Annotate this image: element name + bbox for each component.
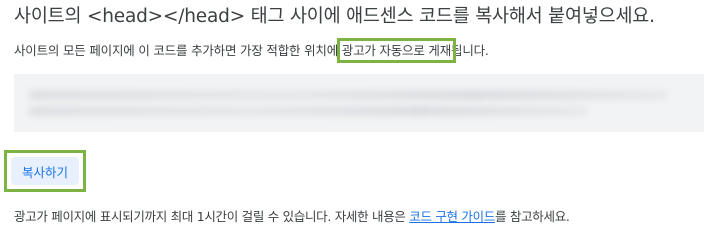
footnote-text: 광고가 페이지에 표시되기까지 최대 1시간이 걸릴 수 있습니다. 자세한 내… [14, 209, 410, 224]
subtext-tail: 됩니다. [451, 43, 489, 58]
subtext-lead: 사이트의 모든 페이지에 이 코드를 추가하면 가장 적합한 위치에 [14, 43, 342, 58]
copy-button-highlight: 복사하기 [4, 150, 86, 192]
blurred-code-line [28, 106, 588, 116]
blurred-code-line [28, 90, 668, 100]
instructions-subtext: 사이트의 모든 페이지에 이 코드를 추가하면 가장 적합한 위치에 광고가 자… [14, 38, 489, 63]
adsense-code-block[interactable] [14, 74, 704, 132]
footnote-tail: 를 참고하세요. [495, 209, 570, 224]
copy-button[interactable]: 복사하기 [11, 157, 79, 185]
code-implementation-guide-link[interactable]: 코드 구현 가이드 [409, 209, 495, 224]
footnote: 광고가 페이지에 표시되기까지 최대 1시간이 걸릴 수 있습니다. 자세한 내… [14, 206, 570, 225]
auto-ads-highlight: 광고가 자동으로 게재 [336, 38, 457, 63]
instructions-heading: 사이트의 <head></head> 태그 사이에 애드센스 코드를 복사해서 … [14, 6, 655, 27]
